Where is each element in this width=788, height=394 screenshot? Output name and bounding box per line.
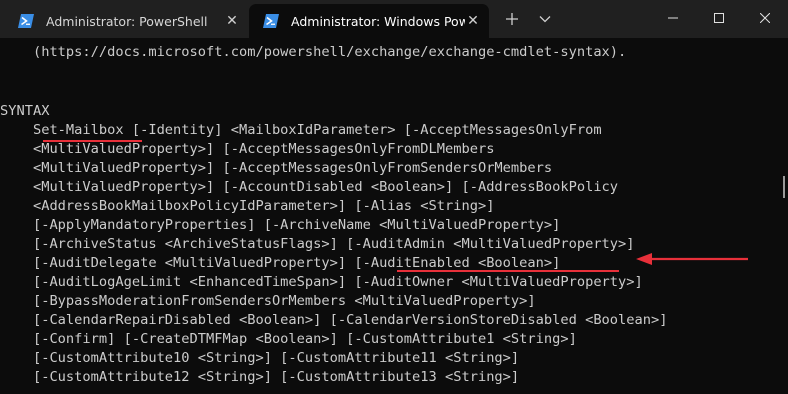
title-bar: Administrator: PowerShell ✕ Administrato… xyxy=(0,0,788,38)
terminal-line: [-AuditDelegate <MultiValuedProperty>] [… xyxy=(0,255,561,271)
scrollbar[interactable] xyxy=(780,38,788,394)
terminal-line: [-CalendarRepairDisabled <Boolean>] [-Ca… xyxy=(0,312,668,328)
powershell-icon xyxy=(18,14,34,28)
plus-icon xyxy=(506,13,518,25)
terminal-line: [-ArchiveStatus <ArchiveStatusFlags>] [-… xyxy=(0,236,635,252)
terminal-line: [-ApplyMandatoryProperties] [-ArchiveNam… xyxy=(0,217,561,233)
minimize-icon xyxy=(668,17,678,19)
terminal-line: [-AuditLogAgeLimit <EnhancedTimeSpan>] [… xyxy=(0,274,643,290)
scrollbar-thumb[interactable] xyxy=(783,176,785,198)
new-tab-button[interactable] xyxy=(497,4,527,34)
close-icon xyxy=(760,13,770,23)
terminal-line: [-CustomAttribute10 <String>] [-CustomAt… xyxy=(0,350,520,366)
terminal-line: SYNTAX xyxy=(0,103,50,119)
chevron-down-icon xyxy=(539,16,551,23)
tab-close-icon[interactable]: ✕ xyxy=(465,13,481,29)
terminal-line: [-BypassModerationFromSendersOrMembers <… xyxy=(0,293,536,309)
tab-label: Administrator: PowerShell xyxy=(46,13,208,29)
terminal-line: <AddressBookMailboxPolicyIdParameter>] [… xyxy=(0,198,495,214)
close-window-button[interactable] xyxy=(742,0,788,36)
terminal-line: [-Confirm] [-CreateDTMFMap <Boolean>] [-… xyxy=(0,331,577,347)
powershell-icon xyxy=(263,14,279,28)
minimize-button[interactable] xyxy=(650,0,696,36)
maximize-icon xyxy=(714,13,724,23)
tab-label: Administrator: Windows PowerS xyxy=(291,13,465,29)
terminal-line: <MultiValuedProperty>] [-AcceptMessagesO… xyxy=(0,141,495,157)
tab-dropdown-button[interactable] xyxy=(530,4,560,34)
terminal-line: [-CustomAttribute12 <String>] [-CustomAt… xyxy=(0,369,520,385)
tab-close-icon[interactable]: ✕ xyxy=(224,13,240,29)
tab-powershell[interactable]: Administrator: PowerShell ✕ xyxy=(4,4,248,38)
maximize-button[interactable] xyxy=(696,0,742,36)
terminal-output[interactable]: (https://docs.microsoft.com/powershell/e… xyxy=(0,38,780,394)
terminal-line: <MultiValuedProperty>] [-AccountDisabled… xyxy=(0,179,619,195)
terminal-line: <MultiValuedProperty>] [-AcceptMessagesO… xyxy=(0,160,553,176)
terminal-line: Set-Mailbox [-Identity] <MailboxIdParame… xyxy=(0,122,602,138)
terminal-line: (https://docs.microsoft.com/powershell/e… xyxy=(0,44,627,60)
tab-windows-powershell[interactable]: Administrator: Windows PowerS ✕ xyxy=(249,4,489,38)
